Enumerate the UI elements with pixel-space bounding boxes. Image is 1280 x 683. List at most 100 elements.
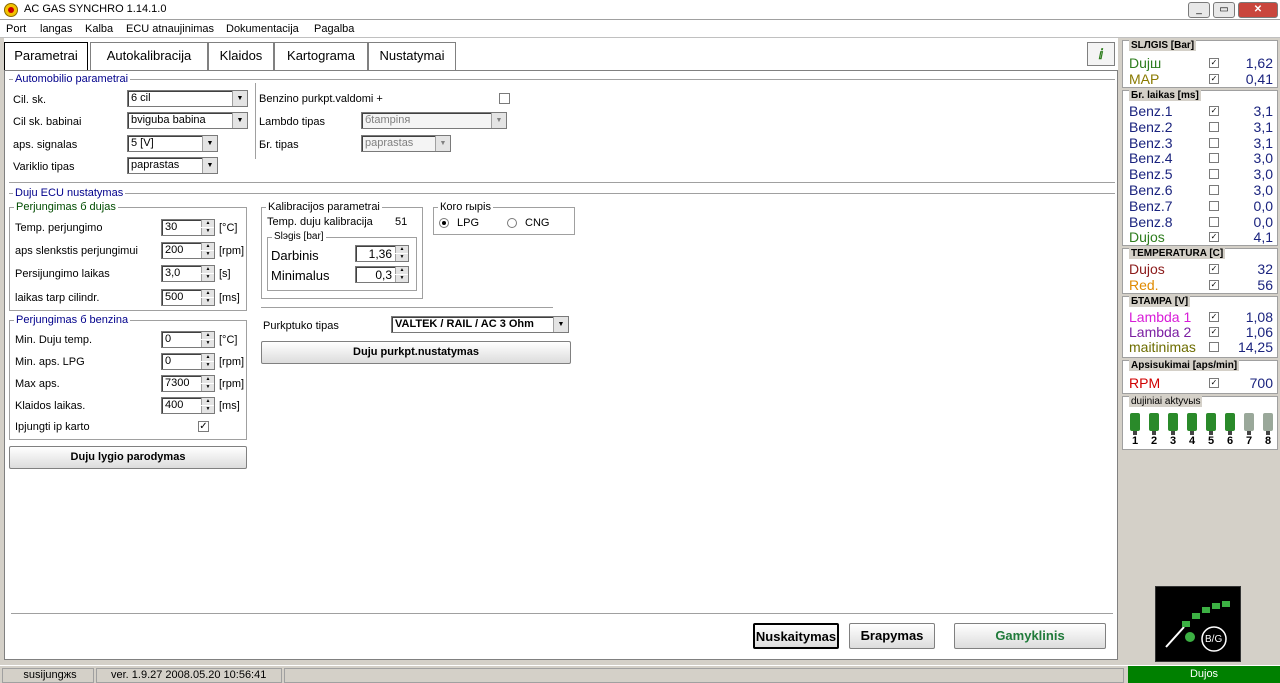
spin-down-icon[interactable]: ▼ bbox=[395, 275, 408, 282]
min-pressure-spinner[interactable]: 0,3 ▲ ▼ bbox=[355, 266, 409, 283]
spin-down-icon[interactable]: ▼ bbox=[201, 384, 214, 391]
menu-langas[interactable]: langas bbox=[40, 23, 72, 35]
gas-level-button[interactable]: Duju lygio parodymas bbox=[9, 446, 247, 469]
monitor-row-checkbox[interactable] bbox=[1209, 200, 1219, 211]
cyl-label: Cil. sk. bbox=[13, 94, 46, 106]
switch-once-checkbox[interactable]: ✓ bbox=[198, 421, 209, 432]
cyl-select[interactable]: 6 cil ▼ bbox=[127, 90, 248, 107]
engine-type-select[interactable]: paprastas ▼ bbox=[127, 157, 218, 174]
monitor-panel: SLЛGIS [Bar] Dujш ✓ 1,62 MAP ✓ 0,41 Бr. laika… bbox=[1120, 38, 1280, 663]
spin-up-icon[interactable]: ▲ bbox=[201, 266, 214, 273]
monitor-row: Benz.1 ✓ 3,1 bbox=[1129, 103, 1277, 119]
tab-autokalibracija[interactable]: Autokalibracija bbox=[90, 42, 208, 70]
spin-down-icon[interactable]: ▼ bbox=[201, 251, 214, 258]
chevron-down-icon: ▼ bbox=[553, 317, 568, 332]
coil-select[interactable]: bviguba babina ▼ bbox=[127, 112, 248, 129]
spin-up-icon[interactable]: ▲ bbox=[201, 332, 214, 339]
min-gas-temp-spinner[interactable]: 0 ▲ ▼ bbox=[161, 331, 215, 348]
spin-up-icon[interactable]: ▲ bbox=[201, 398, 214, 405]
work-pressure-spinner[interactable]: 1,36 ▲ ▼ bbox=[355, 245, 409, 262]
min-rpm-spinner[interactable]: 0 ▲ ▼ bbox=[161, 353, 215, 370]
monitor-row-checkbox[interactable] bbox=[1209, 216, 1219, 227]
injector-indicator: 3 bbox=[1165, 413, 1181, 449]
min-gas-temp-label: Min. Duju temp. bbox=[15, 334, 93, 346]
spin-down-icon[interactable]: ▼ bbox=[201, 340, 214, 347]
spin-up-icon[interactable]: ▲ bbox=[201, 243, 214, 250]
monitor-row-checkbox[interactable] bbox=[1209, 185, 1219, 195]
monitor-row-checkbox[interactable] bbox=[1209, 169, 1219, 180]
monitor-row-checkbox[interactable] bbox=[1209, 137, 1219, 148]
lpg-radio[interactable] bbox=[439, 218, 449, 228]
gas-time-spinner[interactable]: 3,0 ▲ ▼ bbox=[161, 265, 215, 282]
rpm-monitor: Apsisukimai [aps/min] RPM ✓ 700 bbox=[1122, 360, 1278, 394]
menu-bar: Port langas Kalba ECU atnaujinimas Dokum… bbox=[0, 20, 1280, 38]
info-icon[interactable]: ⅈ bbox=[1087, 42, 1115, 66]
write-button[interactable]: Бrapymas bbox=[849, 623, 935, 649]
gas-gap-spinner[interactable]: 500 ▲ ▼ bbox=[161, 289, 215, 306]
monitor-row-checkbox[interactable]: ✓ bbox=[1209, 106, 1219, 116]
spin-down-icon[interactable]: ▼ bbox=[201, 406, 214, 413]
br-type-select[interactable]: paprastas ▼ bbox=[361, 135, 451, 152]
monitor-row-checkbox[interactable] bbox=[1209, 342, 1219, 352]
injection-monitor: Бr. laikas [ms] Benz.1 ✓ 3,1 Benz.2 3,1 Benz.… bbox=[1122, 90, 1278, 246]
monitor-row-name: MAP bbox=[1129, 71, 1160, 87]
menu-ecu[interactable]: ECU atnaujinimas bbox=[126, 23, 214, 35]
monitor-row-checkbox[interactable]: ✓ bbox=[1209, 327, 1219, 337]
lambda-type-select[interactable]: бtampinя ▼ bbox=[361, 112, 507, 129]
gas-temp-spinner[interactable]: 30 ▲ ▼ bbox=[161, 219, 215, 236]
spin-up-icon[interactable]: ▲ bbox=[201, 220, 214, 227]
monitor-row-name: Benz.4 bbox=[1129, 150, 1173, 167]
monitor-row-checkbox[interactable]: ✓ bbox=[1209, 280, 1219, 290]
read-button[interactable]: Nuskaitymas bbox=[753, 623, 839, 649]
active-injectors: dujiniai aktyvыs 12345678 bbox=[1122, 396, 1278, 450]
monitor-row-checkbox[interactable] bbox=[1209, 121, 1219, 132]
injector-icon bbox=[1130, 413, 1140, 431]
menu-port[interactable]: Port bbox=[6, 23, 26, 35]
monitor-row-checkbox[interactable]: ✓ bbox=[1209, 378, 1219, 388]
monitor-row-value: 1,06 bbox=[1245, 324, 1273, 340]
menu-docs[interactable]: Dokumentacija bbox=[226, 23, 299, 35]
spin-down-icon[interactable]: ▼ bbox=[201, 274, 214, 281]
chevron-down-icon: ▼ bbox=[202, 158, 217, 173]
error-time-spinner[interactable]: 400 ▲ ▼ bbox=[161, 397, 215, 414]
gas-rpm-spinner[interactable]: 200 ▲ ▼ bbox=[161, 242, 215, 259]
spin-down-icon[interactable]: ▼ bbox=[395, 254, 408, 261]
max-rpm-spinner[interactable]: 7300 ▲ ▼ bbox=[161, 375, 215, 392]
rpm-monitor-title: Apsisukimai [aps/min] bbox=[1129, 360, 1240, 371]
monitor-row-checkbox[interactable]: ✓ bbox=[1209, 264, 1219, 274]
tab-kartograma[interactable]: Kartograma bbox=[274, 42, 368, 70]
monitor-row-checkbox[interactable]: ✓ bbox=[1209, 74, 1219, 84]
spin-up-icon[interactable]: ▲ bbox=[395, 246, 408, 253]
tab-klaidos[interactable]: Klaidos bbox=[208, 42, 274, 70]
minimize-icon[interactable]: _ bbox=[1188, 2, 1210, 18]
monitor-row-checkbox[interactable]: ✓ bbox=[1209, 232, 1219, 243]
tab-parametrai[interactable]: Parametrai bbox=[4, 42, 88, 72]
injector-icon bbox=[1225, 413, 1235, 431]
menu-kalba[interactable]: Kalba bbox=[85, 23, 113, 35]
monitor-row-value: 32 bbox=[1257, 261, 1273, 277]
spin-up-icon[interactable]: ▲ bbox=[395, 267, 408, 274]
cng-radio[interactable] bbox=[507, 218, 517, 228]
injector-indicator: 1 bbox=[1127, 413, 1143, 449]
injector-settings-button[interactable]: Duju purkpt.nustatymas bbox=[261, 341, 571, 364]
temperature-monitor: TEMPERATURA [C] Dujos ✓ 32 Red. ✓ 56 bbox=[1122, 248, 1278, 294]
spin-up-icon[interactable]: ▲ bbox=[201, 290, 214, 297]
monitor-row-checkbox[interactable]: ✓ bbox=[1209, 312, 1219, 322]
spin-down-icon[interactable]: ▼ bbox=[201, 298, 214, 305]
tab-nustatymai[interactable]: Nustatymai bbox=[368, 42, 456, 70]
monitor-row-name: Dujos bbox=[1129, 229, 1165, 246]
spin-up-icon[interactable]: ▲ bbox=[201, 376, 214, 383]
rpm-signal-select[interactable]: 5 [V] ▼ bbox=[127, 135, 218, 152]
petrol-controlled-checkbox[interactable] bbox=[499, 93, 510, 104]
injector-type-select[interactable]: VALTEK / RAIL / AC 3 Ohm ▼ bbox=[391, 316, 569, 333]
monitor-row-checkbox[interactable]: ✓ bbox=[1209, 58, 1219, 68]
factory-button[interactable]: Gamyklinis bbox=[954, 623, 1106, 649]
spin-up-icon[interactable]: ▲ bbox=[201, 354, 214, 361]
maximize-icon[interactable]: ▭ bbox=[1213, 2, 1235, 18]
close-icon[interactable]: ✕ bbox=[1238, 2, 1278, 18]
spin-down-icon[interactable]: ▼ bbox=[201, 362, 214, 369]
monitor-row-checkbox[interactable] bbox=[1209, 153, 1219, 164]
spin-down-icon[interactable]: ▼ bbox=[201, 228, 214, 235]
menu-help[interactable]: Pagalba bbox=[314, 23, 354, 35]
monitor-row-value: 4,1 bbox=[1253, 229, 1273, 246]
